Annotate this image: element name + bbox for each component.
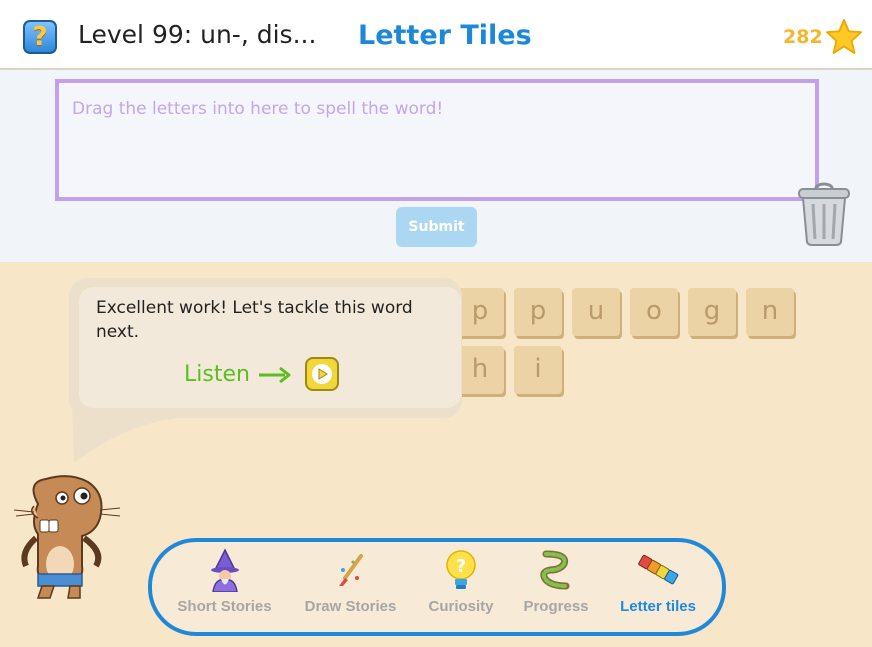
question-mark-icon: ? <box>32 22 48 52</box>
nav-item-curiosity[interactable]: ? Curiosity <box>420 548 502 615</box>
play-audio-button[interactable] <box>305 357 339 391</box>
letter-tile[interactable]: n <box>746 288 794 336</box>
tile-letter: g <box>703 296 721 326</box>
lightbulb-icon: ? <box>446 550 476 589</box>
nav-label: Curiosity <box>428 598 494 615</box>
nav-label: Letter tiles <box>620 598 696 615</box>
tile-letter: p <box>471 296 489 326</box>
beaver-mascot <box>13 475 121 599</box>
letter-tile[interactable]: h <box>456 346 504 394</box>
play-icon <box>312 364 332 384</box>
svg-text:?: ? <box>456 556 466 577</box>
tile-letter: i <box>534 354 542 384</box>
star-icon <box>826 18 862 54</box>
tile-letter: h <box>471 354 489 384</box>
letter-tile[interactable]: o <box>630 288 678 336</box>
letter-drop-zone[interactable]: Drag the letters into here to spell the … <box>55 79 819 201</box>
tile-letter: n <box>761 296 779 326</box>
nav-label: Short Stories <box>177 598 272 615</box>
letter-tile[interactable]: i <box>514 346 562 394</box>
snake-path-icon <box>540 550 570 590</box>
right-arrow-icon <box>259 366 291 384</box>
nav-item-progress[interactable]: Progress <box>516 548 596 615</box>
submit-button[interactable]: Submit <box>396 207 477 247</box>
paintbrush-icon <box>338 554 363 586</box>
tile-letter: p <box>529 296 547 326</box>
header-bar: ? Level 99: un-, dis... Letter Tiles 282 <box>0 0 872 69</box>
nav-item-letter-tiles[interactable]: Letter tiles <box>614 548 702 615</box>
listen-label: Listen <box>184 362 250 387</box>
nav-label: Draw Stories <box>304 598 397 615</box>
nav-item-short-stories[interactable]: Short Stories <box>172 548 277 615</box>
wizard-icon <box>210 548 239 592</box>
trash-can-icon[interactable] <box>796 178 852 246</box>
letter-tile[interactable]: p <box>514 288 562 336</box>
nav-item-draw-stories[interactable]: Draw Stories <box>298 548 403 615</box>
nav-label: Progress <box>523 598 589 615</box>
drop-zone-placeholder: Drag the letters into here to spell the … <box>72 99 444 119</box>
help-button[interactable]: ? <box>23 20 57 54</box>
speech-message: Excellent work! Let's tackle this word n… <box>96 298 413 342</box>
letter-tile[interactable]: u <box>572 288 620 336</box>
tile-letter: u <box>587 296 605 326</box>
letter-tile[interactable]: p <box>456 288 504 336</box>
score-counter: 282 <box>783 26 823 48</box>
app-title: Letter Tiles <box>358 20 532 51</box>
letter-tile[interactable]: g <box>688 288 736 336</box>
letter-tiles-icon <box>638 554 679 585</box>
level-title[interactable]: Level 99: un-, dis... <box>78 20 316 49</box>
tile-letter: o <box>646 296 662 326</box>
